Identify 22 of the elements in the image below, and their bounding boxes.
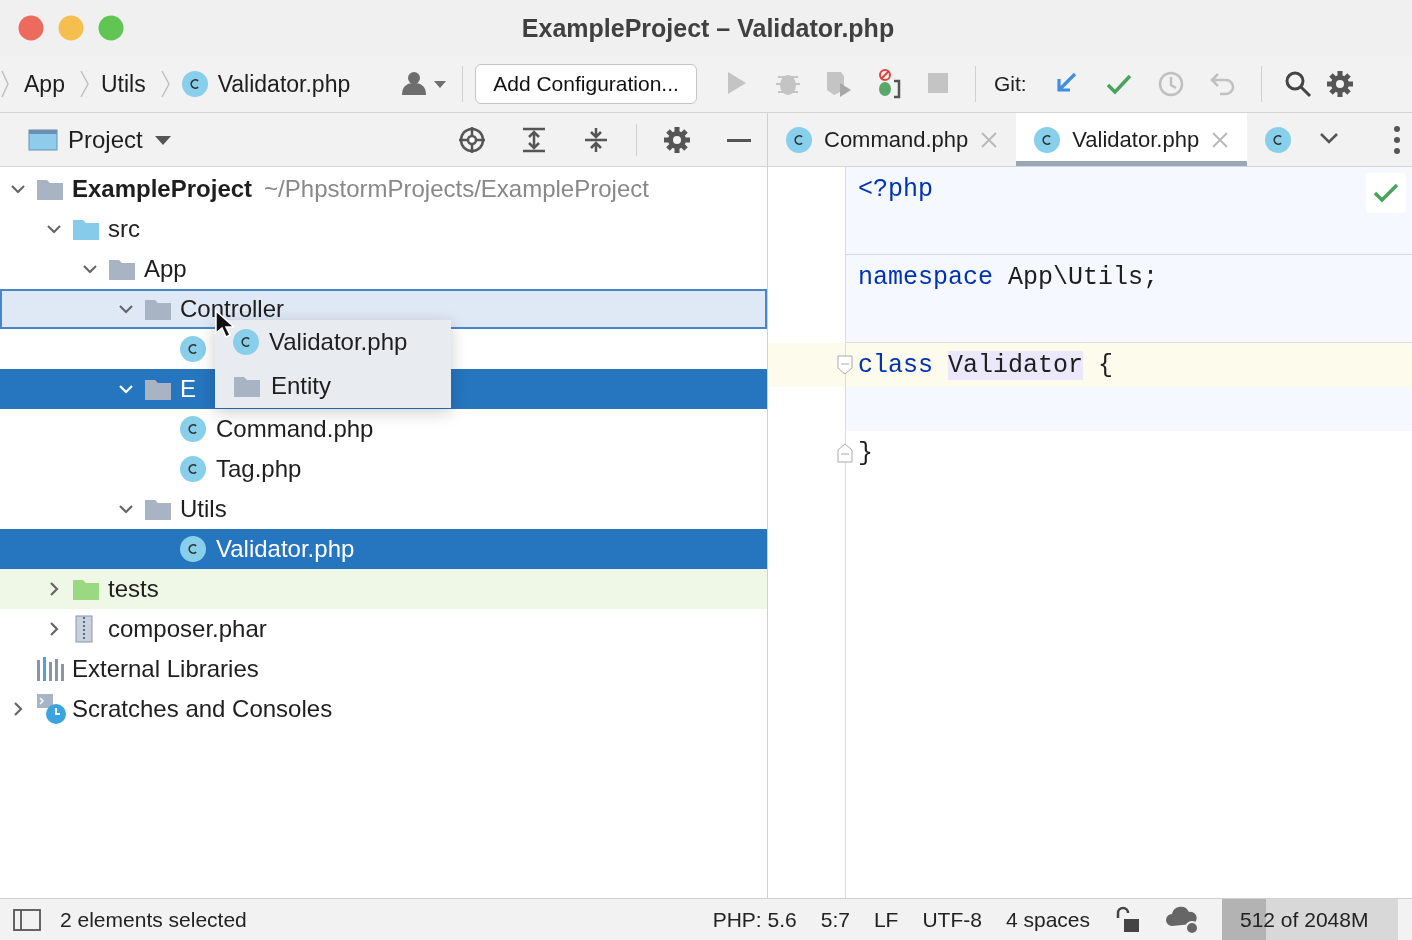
drag-item-label: Entity <box>271 372 332 400</box>
tree-item-label: App <box>144 255 187 283</box>
tab-label: Validator.php <box>1072 126 1200 153</box>
drag-item-label: Validator.php <box>269 328 408 356</box>
tree-item-label: Scratches and Consoles <box>72 695 333 723</box>
code-line: } <box>857 437 874 470</box>
tree-item-label: External Libraries <box>72 655 259 683</box>
tree-item-label: composer.phar <box>108 615 267 643</box>
tree-item-label: E <box>180 375 196 403</box>
tree-item-label: Utils <box>180 495 227 523</box>
tree-item-label: tests <box>108 575 159 603</box>
tab-label: Command.php <box>824 126 969 153</box>
tree-item-label: Tag.php <box>216 455 302 483</box>
git-label: Git: <box>993 72 1027 96</box>
tree-item-label: src <box>108 215 140 243</box>
status-message: 2 elements selected <box>60 908 248 932</box>
tree-item-label: Command.php <box>216 415 374 443</box>
tree-item-label: Controller <box>180 295 285 323</box>
tree-item-label: Validator.php <box>216 535 355 563</box>
project-path: ~/PhpstormProjects/ExampleProject <box>264 175 649 203</box>
tree-item-label: ExampleProject <box>72 175 253 203</box>
window-title: ExampleProject – Validator.php <box>520 13 896 43</box>
